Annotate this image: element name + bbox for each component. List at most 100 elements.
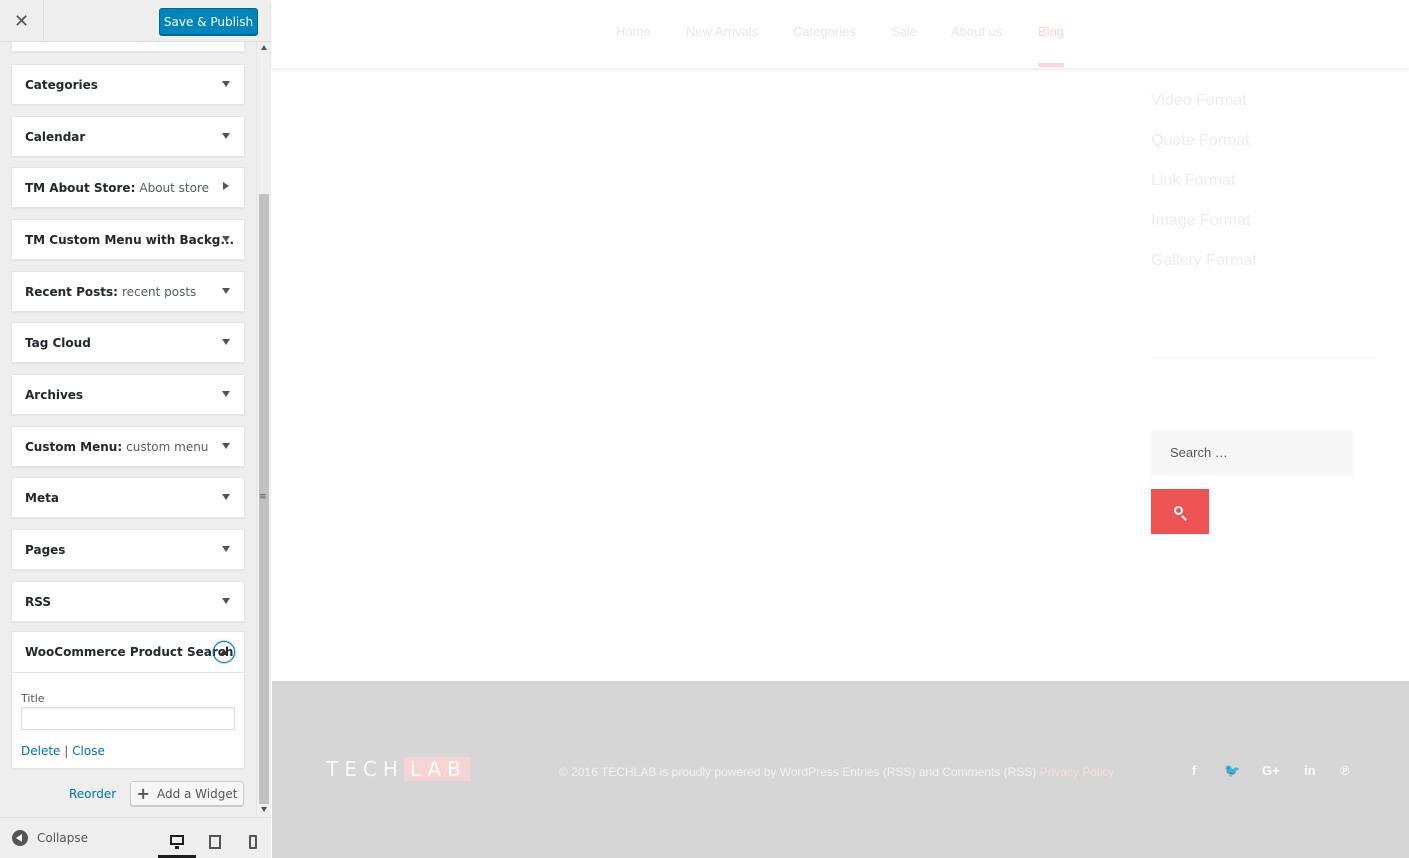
scroll-up-icon[interactable] bbox=[261, 45, 267, 50]
widget-title: Tag Cloud bbox=[25, 335, 91, 350]
widget-pages[interactable]: Pages bbox=[11, 529, 245, 570]
search-input[interactable] bbox=[1151, 430, 1353, 475]
widget-title: Meta bbox=[25, 490, 59, 505]
widget-actions: Delete | Close bbox=[21, 744, 105, 758]
widget-title: TM About Store: bbox=[25, 180, 136, 195]
site-preview: Home New Arrivals Categories Sale About … bbox=[272, 0, 1409, 858]
nav-categories[interactable]: Categories bbox=[793, 24, 856, 39]
widget-title: Recent Posts: bbox=[25, 284, 118, 299]
widget-title: Custom Menu: bbox=[25, 439, 123, 454]
desktop-icon bbox=[170, 834, 184, 849]
nav-about-us[interactable]: About us bbox=[951, 24, 1002, 39]
collapse-label: Collapse bbox=[37, 831, 88, 845]
chevron-down-icon[interactable] bbox=[222, 81, 230, 87]
widget-title: TM Custom Menu with Backg... bbox=[25, 232, 235, 247]
preview-desktop-button[interactable] bbox=[158, 824, 196, 858]
widget-title: WooCommerce Product Search bbox=[25, 645, 234, 659]
sidebar-footer: Collapse bbox=[0, 817, 271, 858]
category-link[interactable]: Video Format bbox=[1151, 92, 1247, 110]
widget-title: Categories bbox=[25, 77, 98, 92]
widget-categories[interactable]: Categories bbox=[11, 64, 245, 105]
sidebar-scrollbar[interactable] bbox=[256, 42, 271, 817]
collapse-button[interactable]: Collapse bbox=[12, 830, 88, 846]
chevron-down-icon[interactable] bbox=[222, 443, 230, 449]
site-logo[interactable]: TECH LAB bbox=[326, 756, 470, 782]
pinterest-icon[interactable]: ℗ bbox=[1340, 763, 1350, 778]
site-footer: TECH LAB © 2016 TECHLAB is proudly powere… bbox=[272, 681, 1409, 858]
category-link[interactable]: Link Format bbox=[1151, 172, 1235, 190]
title-field[interactable] bbox=[21, 707, 235, 730]
widget-rss[interactable]: RSS bbox=[11, 581, 245, 622]
widget-header[interactable]: WooCommerce Product Search bbox=[12, 632, 244, 673]
customizer-sidebar: ✕ Save & Publish Categories Calendar TM … bbox=[0, 0, 271, 858]
chevron-down-icon[interactable] bbox=[222, 339, 230, 345]
privacy-policy-link[interactable]: Privacy Policy bbox=[1040, 765, 1115, 779]
chevron-right-icon[interactable] bbox=[223, 182, 229, 190]
scroll-down-icon[interactable] bbox=[261, 807, 267, 812]
widget-title: Calendar bbox=[25, 129, 86, 144]
preview-tablet-button[interactable] bbox=[196, 824, 234, 858]
widget-title: Archives bbox=[25, 387, 84, 402]
category-link[interactable]: Image Format bbox=[1151, 212, 1251, 230]
main-navigation: Home New Arrivals Categories Sale About … bbox=[272, 0, 1409, 68]
chevron-down-icon[interactable] bbox=[222, 133, 230, 139]
save-publish-button[interactable]: Save & Publish bbox=[159, 8, 258, 35]
logo-text-tech: TECH bbox=[326, 757, 404, 781]
widget-tm-about-store[interactable]: TM About Store: About store bbox=[11, 167, 245, 208]
category-link[interactable]: Quote Format bbox=[1151, 132, 1250, 150]
close-icon[interactable]: ✕ bbox=[0, 0, 44, 42]
resize-grip-icon[interactable]: ≡ bbox=[259, 492, 267, 502]
widget-recent-posts[interactable]: Recent Posts: recent posts bbox=[11, 271, 245, 312]
nav-home[interactable]: Home bbox=[616, 24, 651, 39]
widget-subtitle: recent posts bbox=[121, 284, 197, 299]
category-link[interactable]: Gallery Format bbox=[1151, 252, 1257, 270]
chevron-down-icon[interactable] bbox=[222, 288, 230, 294]
widget-title: Pages bbox=[25, 542, 66, 557]
widget-archives[interactable]: Archives bbox=[11, 374, 245, 415]
widget-meta[interactable]: Meta bbox=[11, 477, 245, 518]
nav-sale[interactable]: Sale bbox=[891, 24, 917, 39]
widget-list: Categories Calendar TM About Store: Abou… bbox=[0, 42, 256, 817]
collapse-arrow-icon bbox=[12, 830, 28, 846]
chevron-down-icon[interactable] bbox=[222, 494, 230, 500]
chevron-down-icon[interactable] bbox=[222, 546, 230, 552]
add-widget-button[interactable]: + Add a Widget bbox=[130, 781, 244, 806]
divider bbox=[1151, 357, 1376, 358]
chevron-down-icon[interactable] bbox=[222, 598, 230, 604]
twitter-icon[interactable]: 🐦 bbox=[1224, 763, 1240, 779]
delete-link[interactable]: Delete bbox=[21, 744, 60, 758]
add-widget-label: Add a Widget bbox=[156, 786, 238, 801]
widget-subtitle: custom menu bbox=[126, 439, 209, 454]
copyright-text: © 2016 TECHLAB is proudly powered by Wor… bbox=[559, 765, 1114, 779]
preview-mobile-button[interactable] bbox=[234, 824, 272, 858]
widget-partial[interactable] bbox=[11, 42, 245, 52]
search-button[interactable] bbox=[1151, 489, 1209, 534]
active-nav-indicator bbox=[1038, 63, 1064, 67]
chevron-down-icon[interactable] bbox=[222, 391, 230, 397]
widget-subtitle: About store bbox=[139, 180, 210, 195]
copyright-label: © 2016 TECHLAB is proudly powered by Wor… bbox=[559, 765, 1037, 779]
sidebar-header: ✕ Save & Publish bbox=[0, 0, 271, 42]
plus-icon: + bbox=[136, 784, 150, 803]
search-icon bbox=[1174, 506, 1183, 515]
linkedin-icon[interactable]: in bbox=[1304, 763, 1316, 778]
widget-custom-menu[interactable]: Custom Menu: custom menu bbox=[11, 426, 245, 467]
widget-tm-custom-menu[interactable]: TM Custom Menu with Backg... bbox=[11, 219, 245, 260]
nav-blog[interactable]: Blog bbox=[1038, 24, 1064, 39]
tablet-icon bbox=[209, 834, 221, 849]
nav-new-arrivals[interactable]: New Arrivals bbox=[686, 24, 758, 39]
widget-title: RSS bbox=[25, 594, 51, 609]
widget-tag-cloud[interactable]: Tag Cloud bbox=[11, 322, 245, 363]
chevron-up-icon[interactable] bbox=[213, 641, 235, 663]
mobile-icon bbox=[249, 834, 257, 849]
widget-calendar[interactable]: Calendar bbox=[11, 116, 245, 157]
facebook-icon[interactable]: f bbox=[1192, 763, 1196, 778]
close-link[interactable]: Close bbox=[72, 744, 105, 758]
widget-woocommerce-search: WooCommerce Product Search Title Delete … bbox=[11, 631, 245, 769]
title-field-label: Title bbox=[21, 692, 45, 705]
google-plus-icon[interactable]: G+ bbox=[1262, 763, 1280, 778]
logo-text-lab: LAB bbox=[403, 757, 470, 781]
separator: | bbox=[64, 744, 69, 758]
chevron-down-icon[interactable] bbox=[222, 236, 230, 242]
reorder-link[interactable]: Reorder bbox=[69, 787, 116, 801]
